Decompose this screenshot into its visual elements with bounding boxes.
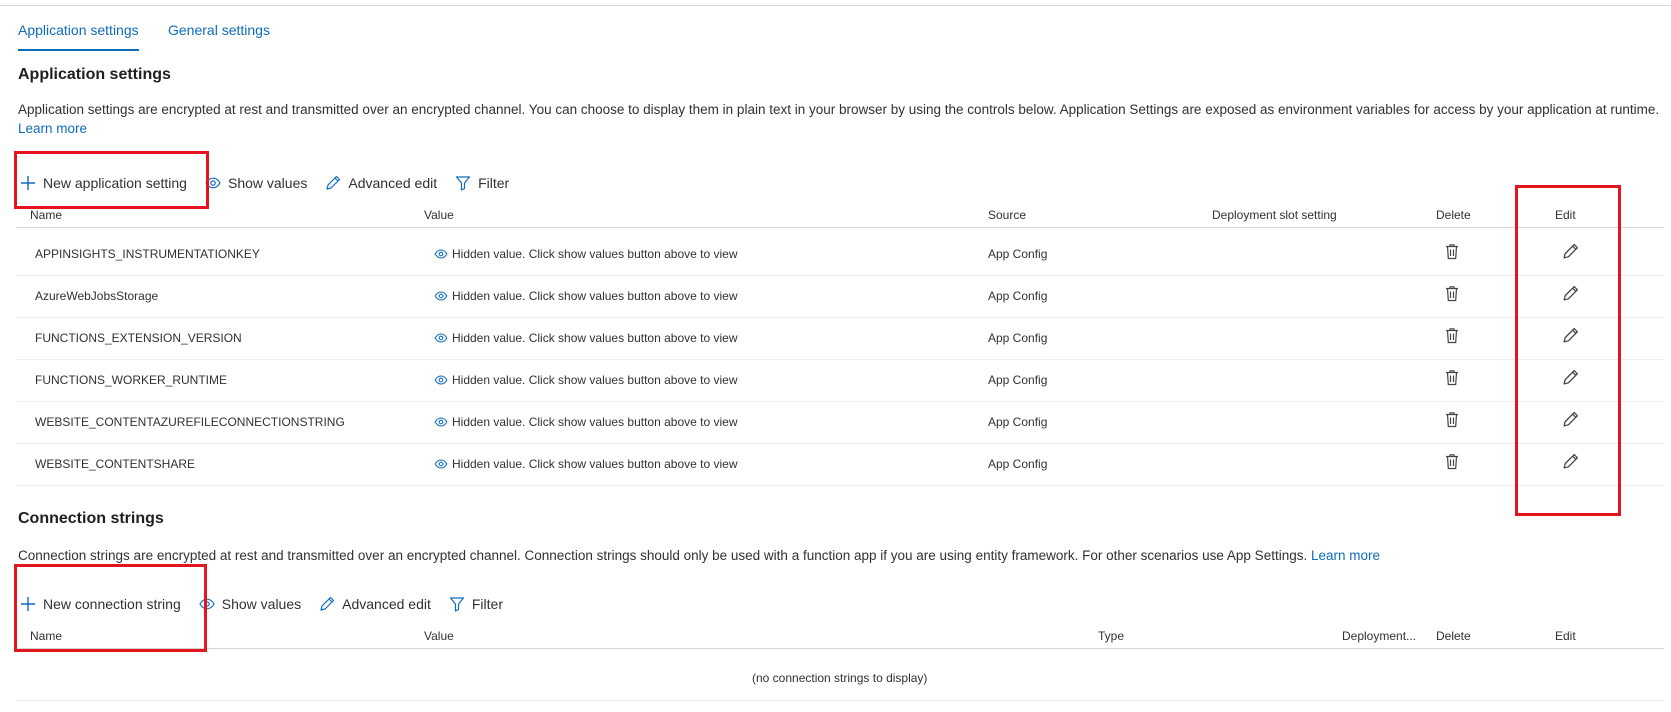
setting-source: App Config — [988, 247, 1048, 261]
setting-value: Hidden value. Click show values button a… — [434, 415, 738, 429]
filter-icon — [456, 176, 471, 191]
tab-application-settings[interactable]: Application settings — [18, 22, 139, 51]
connection-strings-title: Connection strings — [18, 510, 164, 527]
show-values-button[interactable]: Show values — [205, 175, 307, 191]
advanced-edit-label: Advanced edit — [348, 175, 438, 191]
hidden-value-text: Hidden value. Click show values button a… — [452, 247, 738, 261]
app-settings-learn-more-link[interactable]: Learn more — [18, 121, 87, 136]
setting-source: App Config — [988, 289, 1048, 303]
setting-source: App Config — [988, 373, 1048, 387]
eye-icon — [434, 375, 448, 385]
trash-icon — [1446, 454, 1458, 470]
hidden-value-text: Hidden value. Click show values button a… — [452, 289, 738, 303]
table-row: FUNCTIONS_WORKER_RUNTIME Hidden value. C… — [16, 359, 1664, 402]
highlight-new-connection-string — [14, 564, 207, 652]
column-deployment-slot-setting[interactable]: Deployment slot setting — [1212, 208, 1337, 222]
connection-strings-description: Connection strings are encrypted at rest… — [18, 546, 1668, 565]
column-value[interactable]: Value — [424, 629, 454, 643]
app-settings-description: Application settings are encrypted at re… — [18, 100, 1668, 138]
advanced-edit-button[interactable]: Advanced edit — [319, 596, 431, 612]
connection-strings-learn-more-link[interactable]: Learn more — [1311, 548, 1380, 563]
column-name[interactable]: Name — [30, 208, 62, 222]
setting-name: AzureWebJobsStorage — [35, 289, 159, 303]
setting-source: App Config — [988, 415, 1048, 429]
tab-general-settings[interactable]: General settings — [168, 22, 270, 38]
app-settings-title: Application settings — [18, 66, 171, 83]
setting-name: FUNCTIONS_EXTENSION_VERSION — [35, 331, 242, 345]
setting-value: Hidden value. Click show values button a… — [434, 331, 738, 345]
hidden-value-text: Hidden value. Click show values button a… — [452, 373, 738, 387]
delete-button[interactable] — [1445, 285, 1459, 305]
table-row: APPINSIGHTS_INSTRUMENTATIONKEY Hidden va… — [16, 233, 1664, 276]
trash-icon — [1446, 328, 1458, 344]
show-values-label: Show values — [221, 596, 302, 612]
setting-value: Hidden value. Click show values button a… — [434, 373, 738, 387]
setting-source: App Config — [988, 331, 1048, 345]
pencil-icon — [326, 175, 341, 190]
column-type[interactable]: Type — [1098, 629, 1124, 643]
advanced-edit-label: Advanced edit — [342, 596, 431, 612]
highlight-new-application-setting — [14, 151, 209, 209]
show-values-button[interactable]: Show values — [199, 596, 301, 612]
delete-button[interactable] — [1445, 243, 1459, 263]
setting-value: Hidden value. Click show values button a… — [434, 289, 738, 303]
setting-name: APPINSIGHTS_INSTRUMENTATIONKEY — [35, 247, 260, 261]
column-deployment-slot[interactable]: Deployment... — [1342, 629, 1416, 643]
eye-icon — [434, 249, 448, 259]
setting-name: WEBSITE_CONTENTAZUREFILECONNECTIONSTRING — [35, 415, 345, 429]
setting-value: Hidden value. Click show values button a… — [434, 457, 738, 471]
column-edit: Edit — [1555, 629, 1576, 643]
hidden-value-text: Hidden value. Click show values button a… — [452, 331, 738, 345]
column-source[interactable]: Source — [988, 208, 1026, 222]
table-row: AzureWebJobsStorage Hidden value. Click … — [16, 275, 1664, 318]
eye-icon — [434, 291, 448, 301]
delete-button[interactable] — [1445, 411, 1459, 431]
pencil-icon — [320, 596, 335, 611]
trash-icon — [1446, 412, 1458, 428]
connection-strings-description-text: Connection strings are encrypted at rest… — [18, 548, 1308, 563]
delete-button[interactable] — [1445, 369, 1459, 389]
hidden-value-text: Hidden value. Click show values button a… — [452, 415, 738, 429]
table-bottom-divider — [16, 700, 1664, 701]
highlight-edit-column — [1515, 185, 1621, 516]
delete-button[interactable] — [1445, 453, 1459, 473]
table-row: WEBSITE_CONTENTAZUREFILECONNECTIONSTRING… — [16, 401, 1664, 444]
show-values-label: Show values — [227, 175, 308, 191]
table-row: FUNCTIONS_EXTENSION_VERSION Hidden value… — [16, 317, 1664, 360]
setting-source: App Config — [988, 457, 1048, 471]
trash-icon — [1446, 286, 1458, 302]
setting-name: FUNCTIONS_WORKER_RUNTIME — [35, 373, 228, 387]
advanced-edit-button[interactable]: Advanced edit — [325, 175, 437, 191]
column-value[interactable]: Value — [424, 208, 454, 222]
empty-connection-strings-message: (no connection strings to display) — [752, 671, 928, 685]
filter-label: Filter — [478, 175, 510, 191]
trash-icon — [1446, 244, 1458, 260]
setting-name: WEBSITE_CONTENTSHARE — [35, 457, 196, 471]
column-delete: Delete — [1436, 629, 1471, 643]
app-settings-table-header: Name Value Source Deployment slot settin… — [16, 205, 1664, 228]
hidden-value-text: Hidden value. Click show values button a… — [452, 457, 738, 471]
eye-icon — [434, 459, 448, 469]
connection-strings-table-header: Name Value Type Deployment... Delete Edi… — [16, 626, 1664, 649]
filter-button[interactable]: Filter — [449, 596, 503, 612]
delete-button[interactable] — [1445, 327, 1459, 347]
column-delete: Delete — [1436, 208, 1471, 222]
table-row: WEBSITE_CONTENTSHARE Hidden value. Click… — [16, 443, 1664, 486]
top-divider — [0, 5, 1671, 6]
trash-icon — [1446, 370, 1458, 386]
filter-button[interactable]: Filter — [455, 175, 509, 191]
filter-icon — [449, 597, 464, 612]
eye-icon — [434, 417, 448, 427]
filter-label: Filter — [471, 596, 503, 612]
app-settings-description-text: Application settings are encrypted at re… — [18, 102, 1660, 117]
eye-icon — [434, 333, 448, 343]
setting-value: Hidden value. Click show values button a… — [434, 247, 738, 261]
